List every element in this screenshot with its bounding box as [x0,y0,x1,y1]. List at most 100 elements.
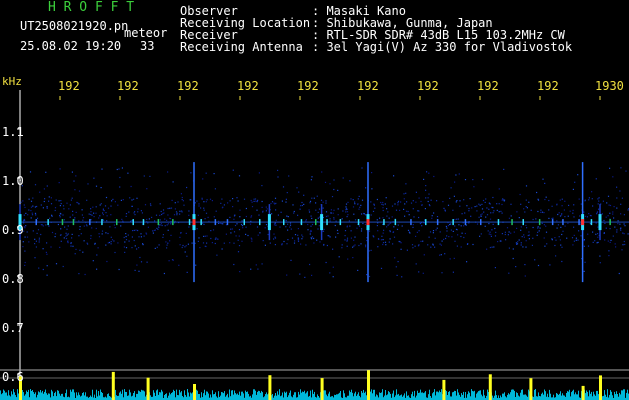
noise-dot [492,196,494,199]
spectrum-bar [403,395,404,400]
noise-dot [370,249,372,251]
noise-dot [498,211,500,213]
noise-dot [427,244,429,246]
spectrum-bar [125,391,126,400]
noise-dot [250,268,252,270]
spectrum-bar [514,390,515,400]
noise-dot [133,229,135,231]
noise-dot [69,216,71,218]
noise-dot [481,208,484,210]
noise-dot [111,239,114,241]
noise-dot [315,202,317,204]
noise-dot [216,238,218,240]
noise-dot [72,245,74,247]
noise-dot [265,224,268,226]
noise-dot [281,243,283,245]
noise-dot [46,265,48,267]
noise-dot [616,231,618,233]
spectrum-bar [121,393,122,400]
spectrum-bar [213,394,214,400]
noise-dot [266,208,268,210]
noise-dot [169,217,171,219]
noise-dot [326,244,328,247]
noise-dot [63,237,65,239]
noise-dot [349,225,351,227]
noise-dot [136,248,138,250]
spectrum-bar [232,390,233,400]
noise-dot [572,212,574,214]
noise-dot [90,213,92,216]
spectrum-bar [160,392,161,400]
noise-dot [286,243,288,245]
noise-dot [138,270,140,272]
noise-dot [20,201,22,203]
noise-dot [158,226,160,229]
noise-dot [497,241,499,243]
noise-dot [444,209,446,211]
spectrum-bar [534,389,535,400]
noise-dot [543,237,545,239]
noise-dot [322,230,325,232]
spectrum-bar [38,391,39,400]
noise-dot [95,212,97,214]
noise-dot [537,199,540,201]
noise-dot [482,199,485,202]
noise-dot [127,234,129,236]
noise-dot [195,264,197,266]
noise-dot [588,197,590,199]
noise-dot [381,203,383,205]
noise-dot [609,212,611,214]
noise-dot [32,197,34,199]
noise-dot [555,255,557,257]
filename: UT2508021920.pn [20,19,129,33]
noise-dot [285,226,287,228]
spectrum-bar [359,395,360,400]
noise-dot [420,200,422,203]
noise-dot [454,225,456,227]
noise-dot [571,237,574,239]
noise-dot [330,209,332,211]
noise-dot [445,237,447,240]
spectrogram-plot [0,90,629,400]
noise-dot [583,245,585,247]
noise-dot [341,247,343,249]
spectrum-peak [581,385,585,400]
y-tick-label: 1.1 [2,125,24,139]
spectrum-bar [498,395,499,400]
noise-dot [235,235,237,237]
spectrum-bar [329,391,330,400]
spectrum-bar [187,389,188,400]
noise-dot [125,247,128,249]
noise-dot [392,231,394,233]
noise-dot [38,241,40,243]
noise-dot [450,229,452,231]
spectrum-bar [122,389,123,400]
noise-dot [373,203,375,205]
noise-dot [357,203,359,206]
noise-dot [452,230,454,232]
noise-dot [457,218,459,220]
spectrum-bar [31,391,32,400]
spectrum-bar [623,389,624,400]
noise-dot [125,239,128,241]
spectrum-bar [537,396,538,400]
spectrum-bar [238,394,239,400]
noise-dot [616,229,618,231]
noise-dot [615,246,617,248]
x-tick-label: 192 [237,79,259,93]
noise-dot [425,185,427,187]
spectrum-bar [337,394,338,400]
noise-dot [559,239,561,241]
noise-dot [524,211,526,213]
noise-dot [484,201,486,203]
noise-dot [216,254,218,256]
noise-dot [358,225,361,227]
spectrum-bar [181,391,182,400]
noise-dot [584,215,586,217]
noise-dot [561,205,563,207]
spectrum-bar [468,391,469,400]
noise-dot [255,264,257,266]
noise-dot [241,225,244,227]
noise-dot [395,209,398,211]
noise-dot [556,204,558,206]
